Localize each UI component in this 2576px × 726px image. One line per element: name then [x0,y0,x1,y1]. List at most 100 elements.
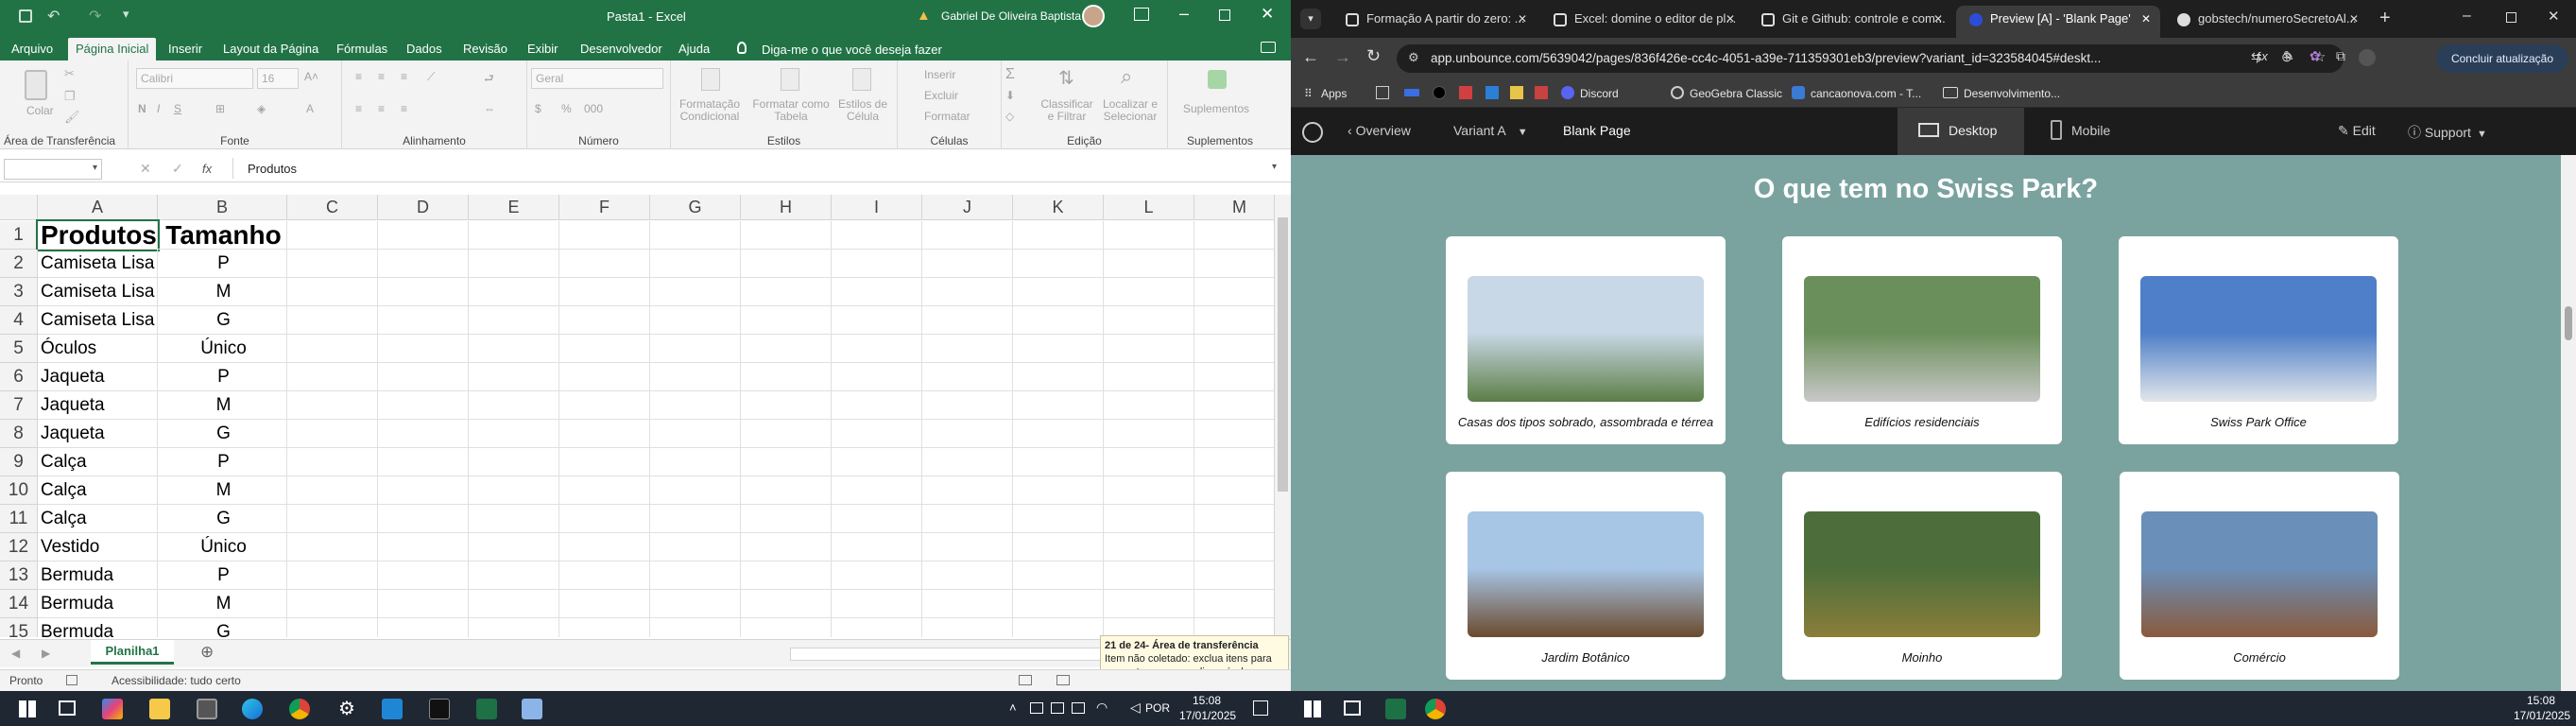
formula-input[interactable]: Produtos [248,162,297,176]
row-header[interactable]: 4 [0,306,38,335]
bookmark-geogebra[interactable]: GeoGebra Classic [1690,87,1782,100]
calculator-icon[interactable] [197,699,217,719]
empty-cell[interactable] [287,335,378,363]
macro-icon[interactable] [66,675,77,685]
avatar[interactable] [1082,5,1105,27]
column-header[interactable]: D [378,195,469,220]
empty-cell[interactable] [287,278,378,306]
font-color-icon[interactable]: A [306,102,314,115]
empty-cell[interactable] [650,250,741,278]
empty-cell[interactable] [287,306,378,335]
empty-cell[interactable] [1194,618,1274,637]
tab-arquivo[interactable]: Arquivo [4,38,60,60]
tell-me-input[interactable]: Diga-me o que você deseja fazer [762,43,942,57]
tab-inserir[interactable]: Inserir [161,38,210,60]
empty-cell[interactable] [832,618,922,637]
browser-tab-4[interactable]: Preview [A] - 'Blank Page' ✕ [1956,6,2160,38]
cell-a2[interactable]: Camiseta Lisa [38,250,158,278]
paste-icon[interactable] [25,70,47,100]
cell-b15[interactable]: G [158,618,287,637]
fx-icon[interactable]: fx [202,162,212,176]
row-header[interactable]: 5 [0,335,38,363]
tab-formulas[interactable]: Fórmulas [329,38,395,60]
cell-b6[interactable]: P [158,363,287,391]
empty-cell[interactable] [287,590,378,618]
empty-cell[interactable] [922,562,1013,590]
cell-a10[interactable]: Calça [38,476,158,505]
empty-cell[interactable] [287,250,378,278]
font-name-select[interactable]: Calibri [136,68,253,89]
tab-close-icon[interactable]: ✕ [2141,6,2151,32]
enter-icon[interactable]: ✓ [172,161,183,177]
empty-cell[interactable] [650,505,741,533]
empty-cell[interactable] [378,250,469,278]
empty-cell[interactable] [832,505,922,533]
cancel-icon[interactable]: ✕ [140,161,151,177]
empty-cell[interactable] [287,562,378,590]
empty-cell[interactable] [922,420,1013,448]
format-cells-button[interactable]: Formatar [924,110,970,123]
insert-cells-button[interactable]: Inserir [924,68,955,81]
empty-cell[interactable] [1013,618,1104,637]
cell-a9[interactable]: Calça [38,448,158,476]
find-select-button[interactable]: Localizar e Selecionar [1100,98,1160,123]
cell-b3[interactable]: M [158,278,287,306]
restore-icon[interactable] [2506,12,2516,23]
empty-cell[interactable] [378,448,469,476]
conditional-format-icon[interactable] [701,68,720,91]
empty-cell[interactable] [832,278,922,306]
empty-cell[interactable] [378,391,469,420]
ribbon-display-icon[interactable] [1134,8,1149,21]
cell-styles-button[interactable]: Estilos de Célula [833,98,892,123]
empty-cell[interactable] [922,278,1013,306]
row-header[interactable]: 14 [0,590,38,618]
close-icon[interactable]: ✕ [2548,8,2560,25]
vertical-scrollbar[interactable] [1274,195,1291,639]
browser-tab-5[interactable]: gobstech/numeroSecretoAl... ✕ [2164,6,2368,38]
empty-cell[interactable] [1104,306,1194,335]
empty-cell[interactable] [469,618,559,637]
comma-icon[interactable]: 000 [584,102,603,115]
empty-cell[interactable] [741,391,832,420]
empty-cell[interactable] [1013,391,1104,420]
clear-icon[interactable]: ◇ [1005,110,1014,123]
empty-cell[interactable] [741,448,832,476]
empty-cell[interactable] [378,618,469,637]
borders-icon[interactable]: ⊞ [215,102,225,115]
notification-icon[interactable] [1253,700,1268,716]
empty-cell[interactable] [650,363,741,391]
wrap-text-icon[interactable]: ⮐ [484,70,494,90]
tab-close-icon[interactable]: ✕ [1518,6,1527,32]
scroll-thumb[interactable] [1278,217,1288,492]
empty-cell[interactable] [559,306,650,335]
conditional-format-button[interactable]: Formatação Condicional [671,98,748,123]
tab-ajuda[interactable]: Ajuda [671,38,717,60]
extensions-icon[interactable]: ⧉ [2336,48,2345,64]
font-size-select[interactable]: 16 [257,68,299,89]
bookmark-icon-f[interactable] [1510,86,1523,99]
chrome-icon[interactable] [1425,699,1446,719]
page-scroll-thumb[interactable] [2565,306,2572,340]
percent-icon[interactable]: % [561,102,572,115]
column-header[interactable]: H [741,195,832,220]
close-icon[interactable]: ✕ [1261,5,1274,24]
row-header[interactable]: 7 [0,391,38,420]
tab-pagina-inicial[interactable]: Página Inicial [68,38,157,60]
support-button[interactable]: ⓘ Support ▼ [2408,123,2487,142]
empty-cell[interactable] [741,306,832,335]
row-header[interactable]: 1 [0,221,38,250]
addins-icon[interactable] [1208,70,1227,89]
language-indicator[interactable]: POR [1145,701,1170,715]
empty-cell[interactable] [1104,420,1194,448]
empty-cell[interactable] [287,505,378,533]
italic-icon[interactable]: I [157,102,160,115]
file-explorer-icon[interactable] [149,699,170,719]
empty-cell[interactable] [1013,420,1104,448]
minimize-icon[interactable]: – [2463,8,2471,25]
mobile-icon[interactable] [2051,120,2062,140]
cut-icon[interactable]: ✂ [64,66,75,81]
empty-cell[interactable] [832,250,922,278]
empty-cell[interactable] [1013,562,1104,590]
empty-cell[interactable] [741,363,832,391]
empty-cell[interactable] [378,278,469,306]
